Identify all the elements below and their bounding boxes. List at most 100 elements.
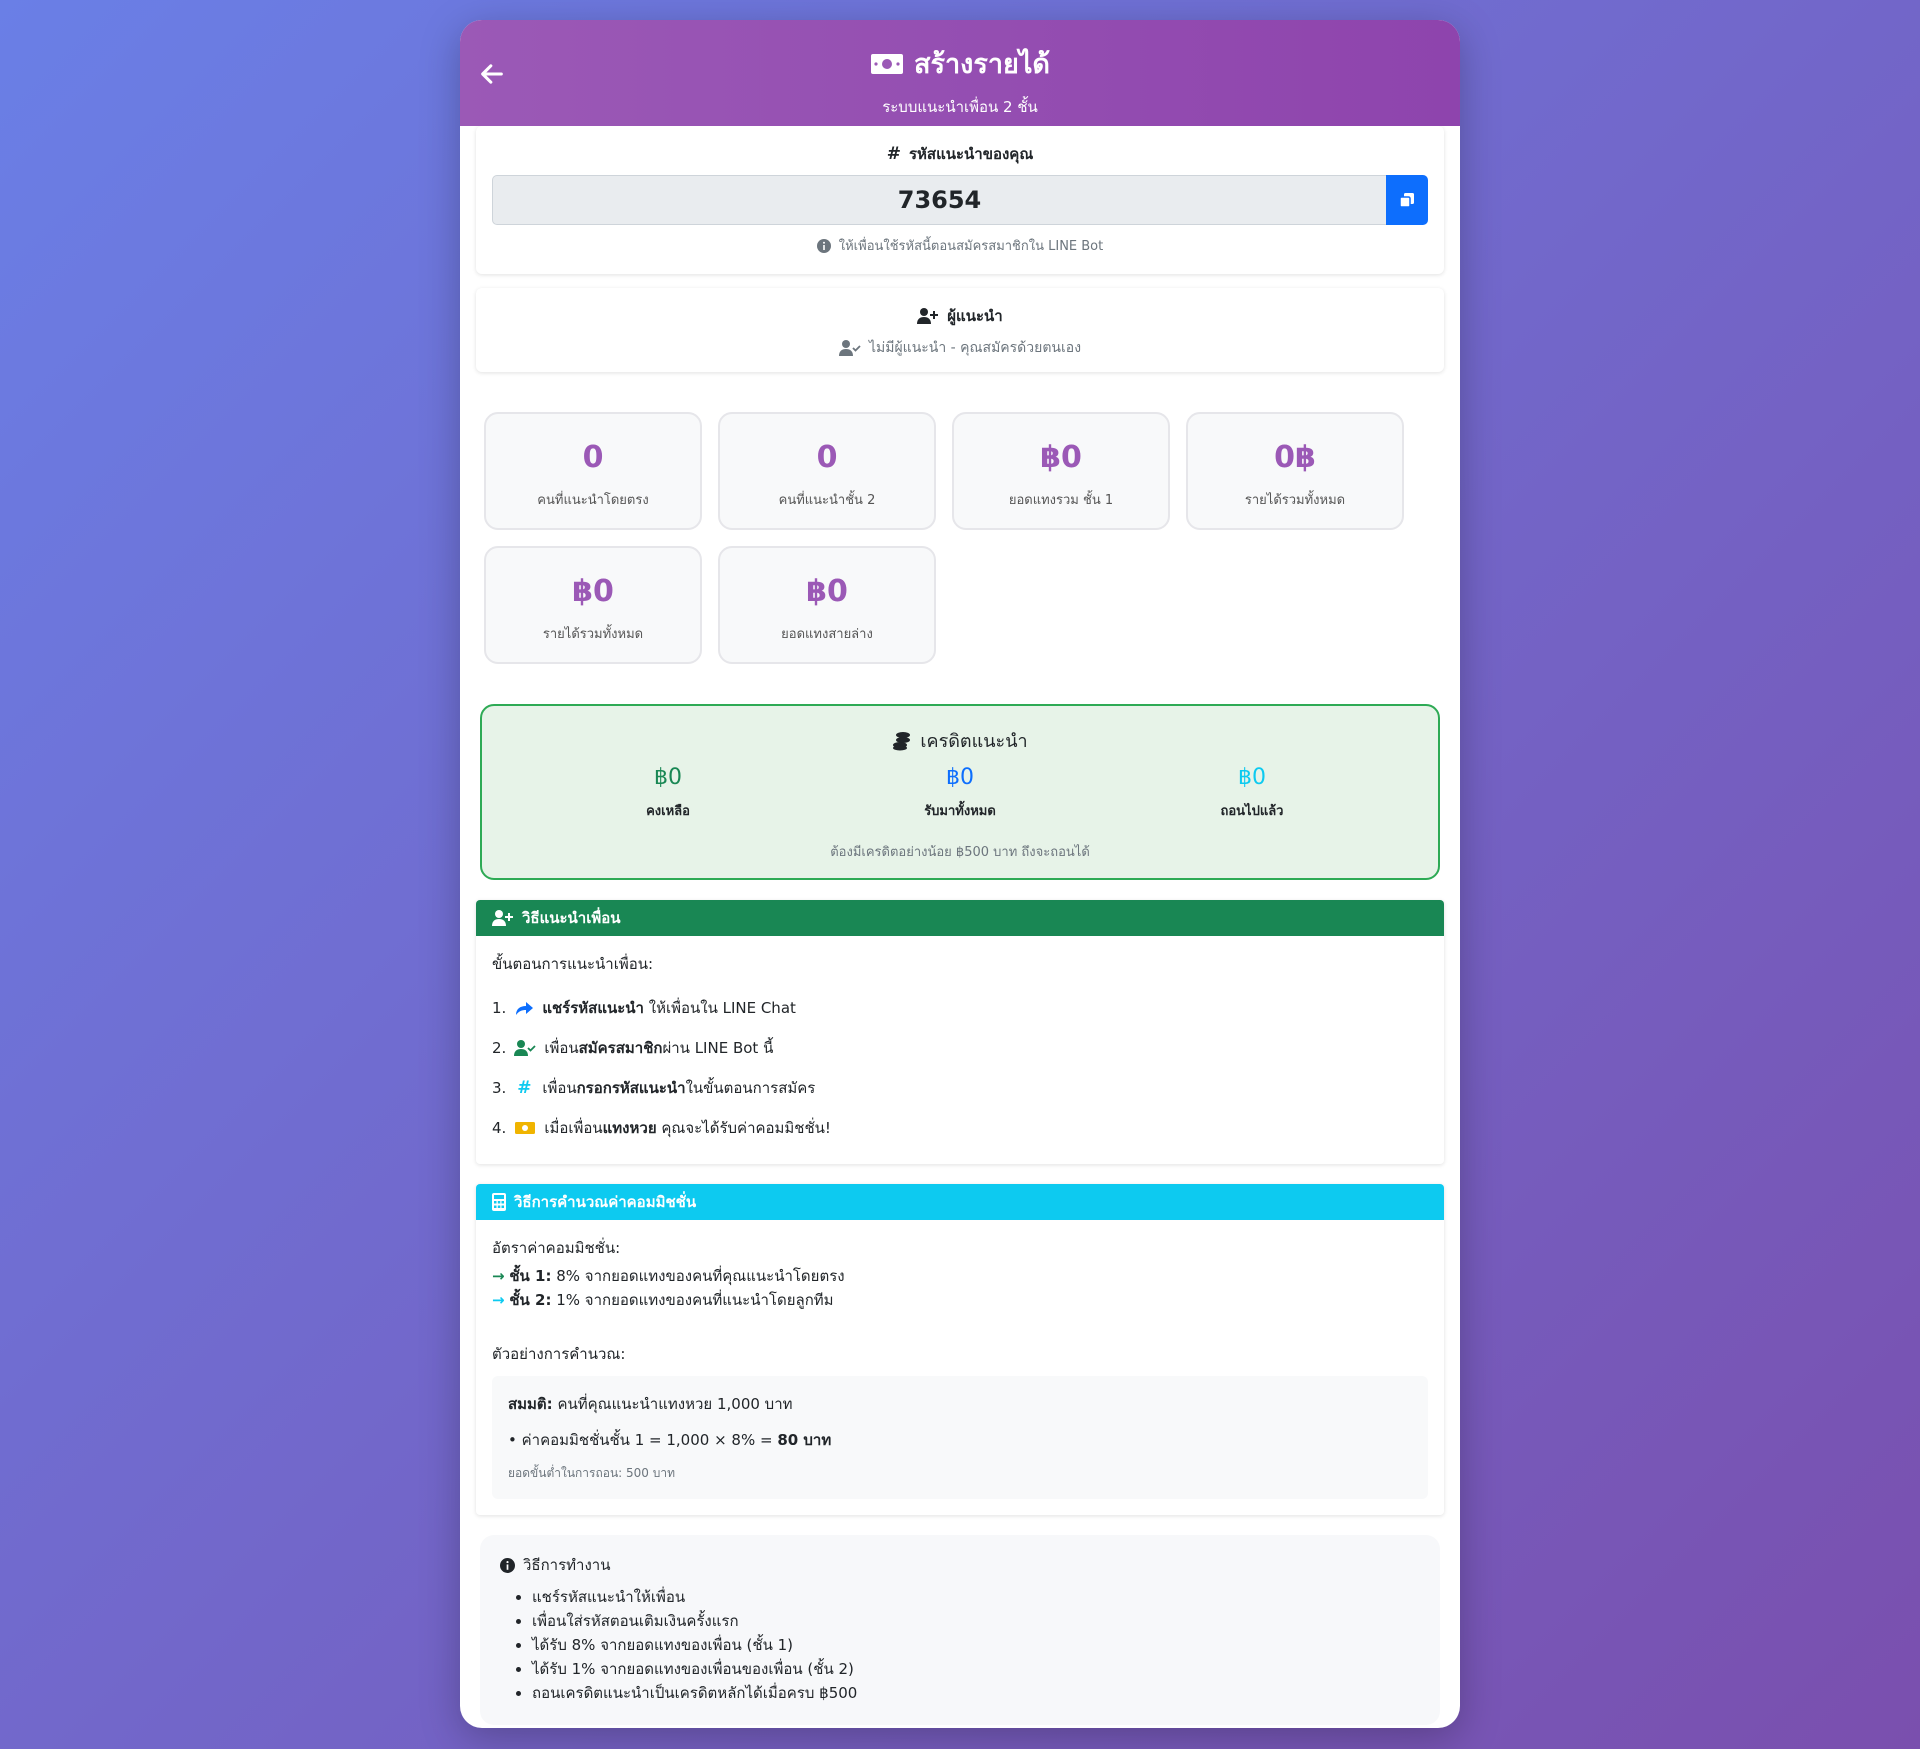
list-item: ถอนเครดิตแนะนำเป็นเครดิตหลักได้เมื่อครบ … [532,1681,1420,1705]
stat-card-tier2: 0 คนที่แนะนำชั้น 2 [718,412,936,530]
rate-item: → ชั้น 2: 1% จากยอดแทงของคนที่แนะนำโดยลู… [492,1291,834,1309]
credit-title: เครดิตแนะนำ [482,726,1438,755]
list-item: เพื่อนใส่รหัสตอนเติมเงินครั้งแรก [532,1609,1420,1633]
referral-code-label: # รหัสแนะนำของคุณ [492,142,1428,166]
list-item: แชร์รหัสแนะนำให้เพื่อน [532,1585,1420,1609]
step-number: 4. [492,1119,507,1137]
stat-value: ฿0 [806,574,848,609]
step-item: 4. เมื่อเพื่อนแทงหวย คุณจะได้รับค่าคอมมิ… [492,1108,1428,1148]
rates-list: → ชั้น 1: 8% จากยอดแทงของคนที่คุณแนะนำโด… [492,1264,1428,1312]
copy-button[interactable] [1386,175,1428,225]
arrow-right-icon: → [492,1267,505,1285]
example-title: ตัวอย่างการคำนวณ: [492,1345,626,1363]
stat-card-total-income-2: ฿0 รายได้รวมทั้งหมด [484,546,702,664]
stat-card-bet-tier1: ฿0 ยอดแทงรวม ชั้น 1 [952,412,1170,530]
step-text: แชร์รหัสแนะนำ ให้เพื่อนใน LINE Chat [542,999,796,1017]
user-plus-icon [492,910,513,926]
info-circle-icon [816,238,831,253]
commission-title: วิธีการคำนวณค่าคอมมิชชั่น [514,1193,697,1211]
step-number: 3. [492,1079,507,1097]
referrer-status: ไม่มีผู้แนะนำ - คุณสมัครด้วยตนเอง [492,337,1428,359]
how-to-refer-title: วิธีแนะนำเพื่อน [522,909,621,927]
share-icon [516,1002,534,1015]
credit-title-text: เครดิตแนะนำ [920,731,1028,752]
credit-withdrawn-label: ถอนไปแล้ว [1220,804,1284,819]
credit-received-value: ฿0 [946,765,974,790]
stat-label: รายได้รวมทั้งหมด [1244,493,1346,508]
referral-code-card: # รหัสแนะนำของคุณ ให้เพื่อนใช้รหัสนี้ตอน… [476,126,1444,274]
info-circle-icon [500,1557,515,1573]
steps-intro: ขั้นตอนการแนะนำเพื่อน: [492,955,654,973]
how-it-works-list: แชร์รหัสแนะนำให้เพื่อน เพื่อนใส่รหัสตอนเ… [500,1585,1420,1705]
referral-code-hint-text: ให้เพื่อนใช้รหัสนี้ตอนสมัครสมาชิกใน LINE… [838,239,1104,254]
how-to-refer-panel: วิธีแนะนำเพื่อน ขั้นตอนการแนะนำเพื่อน: 1… [476,900,1444,1164]
copy-icon [1399,193,1414,208]
hashtag-icon: # [886,144,901,164]
referral-code-input[interactable] [492,175,1386,225]
step-item: 1. แชร์รหัสแนะนำ ให้เพื่อนใน LINE Chat [492,988,1428,1028]
list-item: ได้รับ 1% จากยอดแทงของเพื่อนของเพื่อน (ช… [532,1657,1420,1681]
stat-value: ฿0 [1040,440,1082,475]
stat-value: 0 [582,440,604,475]
stat-card-downline-bet: ฿0 ยอดแทงสายล่าง [718,546,936,664]
user-check-icon [514,1040,536,1056]
page-subtitle: ระบบแนะนำเพื่อน 2 ชั้น [882,98,1038,116]
credit-note: ต้องมีเครดิตอย่างน้อย ฿500 บาท ถึงจะถอนไ… [830,845,1090,860]
stat-value: 0฿ [1274,440,1316,475]
step-number: 1. [492,999,507,1017]
back-arrow-icon[interactable] [478,60,506,88]
page-header: สร้างรายได้ ระบบแนะนำเพื่อน 2 ชั้น [460,20,1460,126]
user-check-icon [838,340,861,356]
stat-label: คนที่แนะนำโดยตรง [537,493,649,508]
referrer-status-text: ไม่มีผู้แนะนำ - คุณสมัครด้วยตนเอง [868,340,1082,356]
credit-received: ฿0 รับมาทั้งหมด [870,765,1050,821]
credit-withdrawn-value: ฿0 [1238,765,1266,790]
step-text: เมื่อเพื่อนแทงหวย คุณจะได้รับค่าคอมมิชชั… [544,1119,831,1137]
example-box: สมมติ: คนที่คุณแนะนำแทงหวย 1,000 บาท • ค… [492,1376,1428,1499]
how-to-refer-header: วิธีแนะนำเพื่อน [476,900,1444,936]
credit-balance-label: คงเหลือ [646,804,690,819]
stat-card-direct: 0 คนที่แนะนำโดยตรง [484,412,702,530]
referral-code-hint: ให้เพื่อนใช้รหัสนี้ตอนสมัครสมาชิกใน LINE… [492,235,1428,256]
referrer-label-text: ผู้แนะนำ [947,307,1003,325]
how-it-works-box: วิธีการทำงาน แชร์รหัสแนะนำให้เพื่อน เพื่… [480,1535,1440,1725]
commission-panel: วิธีการคำนวณค่าคอมมิชชั่น อัตราค่าคอมมิช… [476,1184,1444,1515]
commission-header: วิธีการคำนวณค่าคอมมิชชั่น [476,1184,1444,1220]
calculator-icon [492,1193,506,1211]
example-calc: • ค่าคอมมิชชั่นชั้น 1 = 1,000 × 8% = 80 … [508,1431,832,1449]
stat-value: ฿0 [572,574,614,609]
step-item: 3. # เพื่อนกรอกรหัสแนะนำในขั้นตอนการสมัค… [492,1068,1428,1108]
list-item: ได้รับ 8% จากยอดแทงของเพื่อน (ชั้น 1) [532,1633,1420,1657]
stat-label: รายได้รวมทั้งหมด [542,627,644,642]
credit-received-label: รับมาทั้งหมด [924,804,996,819]
step-text: เพื่อนกรอกรหัสแนะนำในขั้นตอนการสมัคร [542,1079,816,1097]
coins-icon [893,731,911,750]
user-plus-icon [917,308,939,324]
stat-label: ยอดแทงรวม ชั้น 1 [1008,493,1114,508]
page-title: สร้างรายได้ [460,42,1460,85]
stats-grid: 0 คนที่แนะนำโดยตรง 0 คนที่แนะนำชั้น 2 ฿0… [460,372,1460,664]
credit-withdrawn: ฿0 ถอนไปแล้ว [1162,765,1342,821]
step-number: 2. [492,1039,507,1057]
referrer-card: ผู้แนะนำ ไม่มีผู้แนะนำ - คุณสมัครด้วยตนเ… [476,288,1444,372]
referrer-label: ผู้แนะนำ [492,304,1428,328]
stat-label: คนที่แนะนำชั้น 2 [778,493,876,508]
app-window: สร้างรายได้ ระบบแนะนำเพื่อน 2 ชั้น # รหั… [460,20,1460,1728]
stat-value: 0 [816,440,838,475]
page-title-text: สร้างรายได้ [914,49,1050,80]
rate-item: → ชั้น 1: 8% จากยอดแทงของคนที่คุณแนะนำโด… [492,1267,845,1285]
referral-code-label-text: รหัสแนะนำของคุณ [908,145,1034,163]
how-it-works-title: วิธีการทำงาน [500,1553,1420,1577]
arrow-right-icon: → [492,1291,505,1309]
hashtag-icon: # [517,1078,532,1098]
stat-card-total-income: 0฿ รายได้รวมทั้งหมด [1186,412,1404,530]
stat-label: ยอดแทงสายล่าง [781,627,873,642]
example-min: ยอดขั้นต่ำในการถอน: 500 บาท [508,1466,675,1480]
referral-credit-box: เครดิตแนะนำ ฿0 คงเหลือ ฿0 รับมาทั้งหมด ฿… [480,704,1440,880]
rates-title: อัตราค่าคอมมิชชั่น: [492,1239,621,1257]
example-assume: สมมติ: คนที่คุณแนะนำแทงหวย 1,000 บาท [508,1395,793,1413]
money-bill-icon [515,1122,536,1134]
money-bill-icon [871,53,904,74]
step-item: 2. เพื่อนสมัครสมาชิกผ่าน LINE Bot นี้ [492,1028,1428,1068]
step-text: เพื่อนสมัครสมาชิกผ่าน LINE Bot นี้ [544,1039,774,1057]
